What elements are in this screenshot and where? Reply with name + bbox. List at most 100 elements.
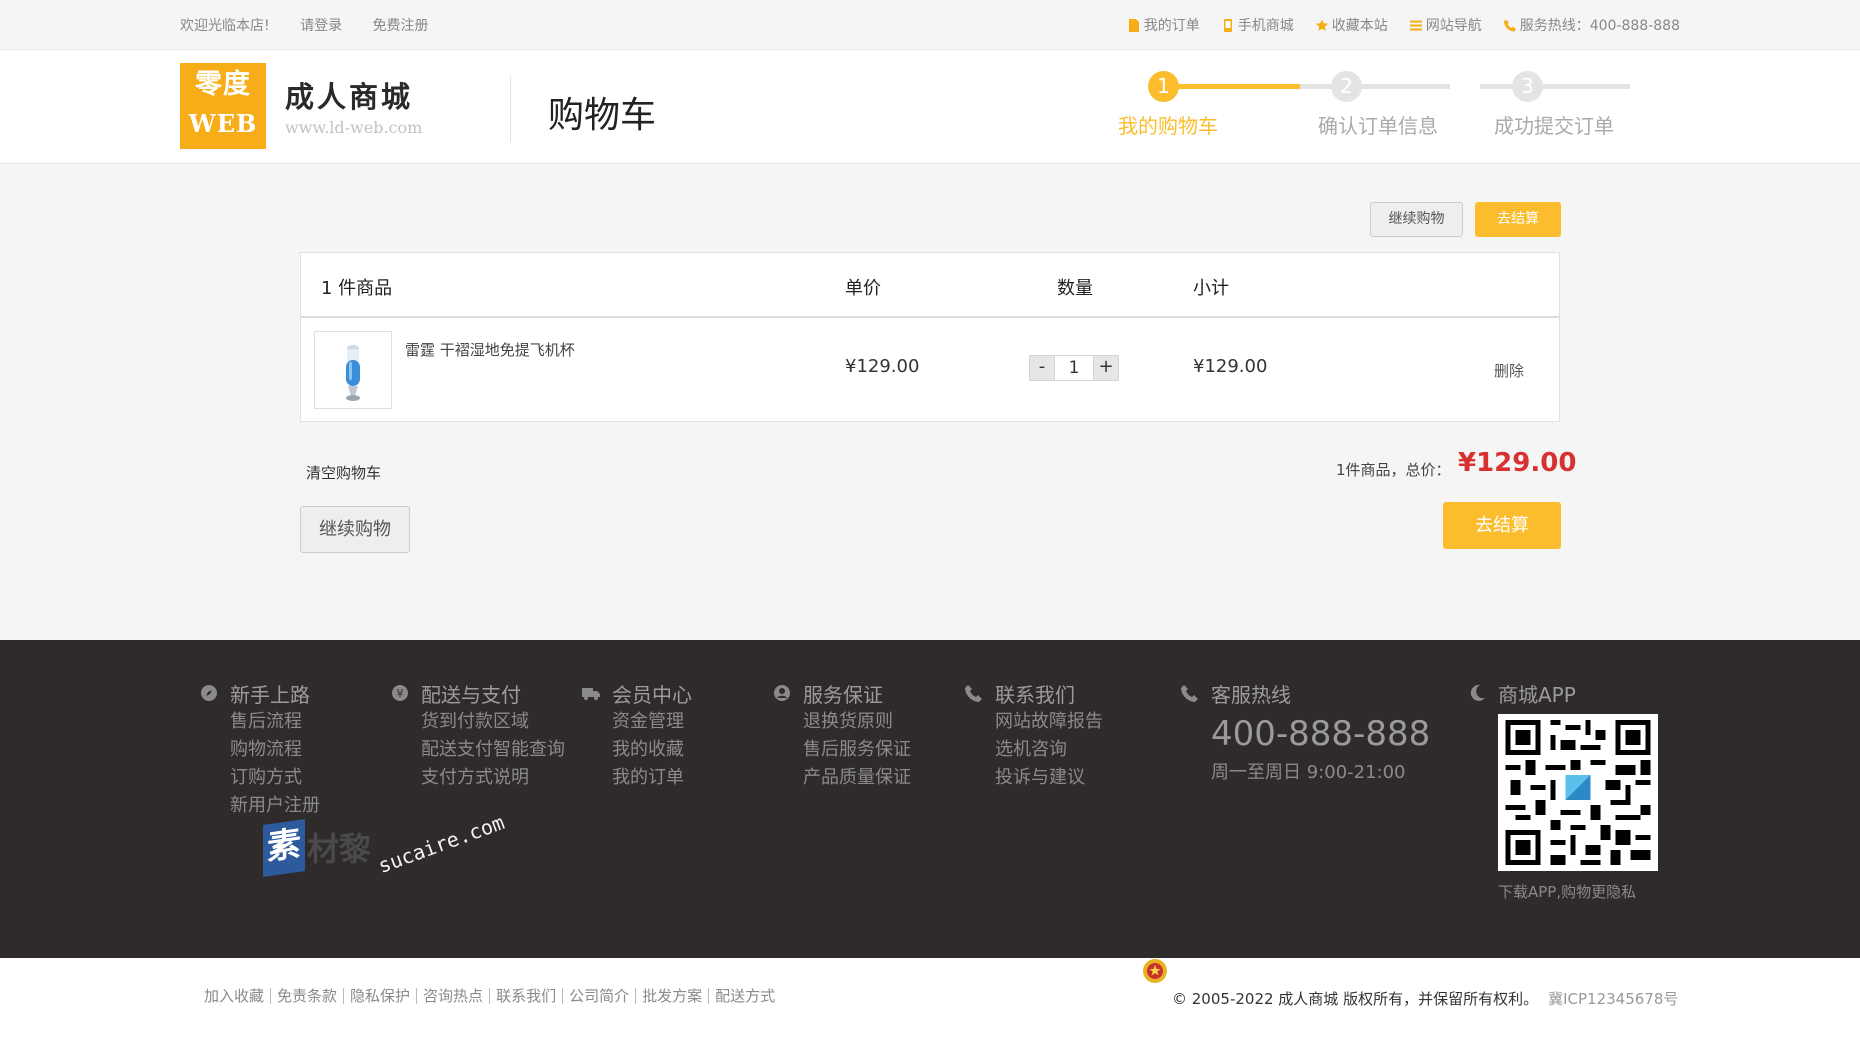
phone-icon [1223, 18, 1232, 32]
cart-header: 1 件商品 单价 数量 小计 [301, 253, 1559, 318]
site-nav-link[interactable]: 网站导航 [1409, 15, 1482, 35]
delete-item-button[interactable]: 删除 [1494, 360, 1524, 381]
step-1-circle: 1 [1148, 71, 1179, 102]
app-tip: 下载APP,购物更隐私 [1498, 883, 1637, 901]
bottom-link[interactable]: 隐私保护 [350, 987, 410, 1005]
step-3-label: 成功提交订单 [1494, 114, 1614, 138]
footer-link[interactable]: 我的订单 [612, 767, 684, 788]
bottom-link[interactable]: 免责条款 [277, 987, 337, 1005]
footer-col-contact: 联系我们 网站故障报告 选机咨询 投诉与建议 [965, 678, 1103, 792]
bookmark-site-link[interactable]: 收藏本站 [1315, 15, 1388, 35]
header: 零度 WEB 成人商城 www.ld-web.com 购物车 1 2 3 我的购… [0, 50, 1860, 164]
svg-text:¥: ¥ [397, 687, 404, 700]
footer-col-service: 服务保证 退换货原则 售后服务保证 产品质量保证 [774, 678, 911, 792]
step-1-label: 我的购物车 [1118, 114, 1218, 138]
step-2-circle: 2 [1331, 71, 1362, 102]
product-image[interactable] [314, 331, 392, 409]
footer-col-app: 商城APP [1470, 678, 1576, 708]
mobile-store-link[interactable]: 手机商城 [1222, 15, 1294, 35]
footer-link[interactable]: 资金管理 [612, 711, 684, 732]
police-emblem-icon [1143, 959, 1167, 983]
footer-link[interactable]: 售后服务保证 [803, 739, 911, 760]
footer-col-member: 会员中心 资金管理 我的收藏 我的订单 [582, 678, 692, 792]
footer-link[interactable]: 订购方式 [230, 767, 302, 788]
unit-price: ¥129.00 [845, 356, 920, 377]
document-icon [1128, 18, 1139, 32]
footer-col-newbie: 新手上路 售后流程 购物流程 订购方式 新用户注册 [201, 678, 320, 820]
copyright: © 2005-2022 成人商城 版权所有，并保留所有权利。 冀ICP123456… [1172, 990, 1679, 1008]
header-divider [510, 76, 511, 142]
welcome-text: 欢迎光临本店! [180, 18, 270, 34]
footer-link[interactable]: 产品质量保证 [803, 767, 911, 788]
bottom-link[interactable]: 联系我们 [496, 987, 556, 1005]
hotline: 服务热线：400-888-888 [1503, 15, 1680, 35]
yen-icon: ¥ [392, 685, 408, 701]
checkout-button-top[interactable]: 去结算 [1475, 202, 1561, 237]
bottom-link[interactable]: 咨询热点 [423, 987, 483, 1005]
footer-link[interactable]: 货到付款区域 [421, 711, 529, 732]
footer: 新手上路 售后流程 购物流程 订购方式 新用户注册 ¥ 配送与支付 货到付款区域… [0, 640, 1860, 958]
footer-link[interactable]: 配送支付智能查询 [421, 739, 565, 760]
table-row: 雷霆 干褶湿地免提飞机杯 ¥129.00 - 1 + ¥129.00 删除 [301, 318, 1559, 421]
item-count: 1 件商品 [321, 278, 393, 299]
step-3-circle: 3 [1512, 71, 1543, 102]
qr-code-icon [1505, 720, 1651, 865]
hotline-number: 400-888-888 [1211, 714, 1431, 754]
qty-input[interactable]: 1 [1055, 355, 1093, 381]
user-circle-icon [774, 685, 790, 701]
register-link[interactable]: 免费注册 [373, 18, 429, 34]
footer-link[interactable]: 投诉与建议 [995, 767, 1085, 788]
brand: 成人商城 www.ld-web.com [285, 74, 422, 137]
moon-icon [1470, 684, 1485, 701]
step-line-2 [1300, 84, 1450, 89]
step-2-label: 确认订单信息 [1318, 114, 1438, 138]
phone-handset-icon [1503, 19, 1516, 31]
icp-number: 冀ICP12345678号 [1548, 990, 1679, 1008]
footer-link[interactable]: 新用户注册 [230, 795, 320, 816]
top-bar: 欢迎光临本店! 请登录 免费注册 我的订单 手机商城 收藏本站 网站导航 服务热… [0, 0, 1860, 50]
my-orders-link[interactable]: 我的订单 [1128, 15, 1200, 35]
footer-link[interactable]: 支付方式说明 [421, 767, 529, 788]
bottom-link[interactable]: 配送方式 [715, 987, 775, 1005]
footer-link[interactable]: 选机咨询 [995, 739, 1067, 760]
col-qty: 数量 [1057, 278, 1093, 299]
bottom-link[interactable]: 批发方案 [642, 987, 702, 1005]
footer-link[interactable]: 网站故障报告 [995, 711, 1103, 732]
subtotal: ¥129.00 [1193, 356, 1268, 377]
watermark-text: 材黎 [307, 830, 372, 868]
bottom-links: 加入收藏 免责条款 隐私保护 咨询热点 联系我们 公司简介 批发方案 配送方式 [204, 988, 781, 1004]
service-hours: 周一至周日 9:00-21:00 [1211, 762, 1406, 783]
footer-col-hotline: 客服热线 400-888-888 周一至周日 9:00-21:00 [1181, 678, 1431, 784]
checkout-button[interactable]: 去结算 [1443, 502, 1561, 549]
truck-icon [582, 688, 600, 700]
col-price: 单价 [845, 278, 881, 299]
star-icon [1315, 19, 1328, 31]
continue-shopping-button-top[interactable]: 继续购物 [1370, 202, 1463, 237]
qr-code [1498, 714, 1658, 871]
footer-link[interactable]: 退换货原则 [803, 711, 893, 732]
phone-handset-icon [965, 685, 982, 702]
bottom-link[interactable]: 加入收藏 [204, 987, 264, 1005]
qty-increase-button[interactable]: + [1093, 355, 1119, 381]
product-name[interactable]: 雷霆 干褶湿地免提飞机杯 [405, 339, 575, 360]
continue-shopping-button[interactable]: 继续购物 [300, 506, 410, 553]
col-subtotal: 小计 [1193, 278, 1229, 299]
cart-table: 1 件商品 单价 数量 小计 雷霆 干褶湿地免提飞机杯 ¥129.00 - 1 [300, 252, 1560, 422]
qty-decrease-button[interactable]: - [1029, 355, 1055, 381]
login-link[interactable]: 请登录 [300, 18, 342, 34]
phone-handset-icon [1181, 685, 1198, 702]
watermark: 素 材黎 sucaire.com [263, 810, 508, 878]
logo[interactable]: 零度 WEB [180, 63, 266, 149]
compass-icon [201, 685, 217, 701]
step-line-1 [1160, 84, 1300, 89]
watermark-logo: 素 [263, 819, 305, 877]
clear-cart-link[interactable]: 清空购物车 [306, 462, 381, 483]
footer-link[interactable]: 购物流程 [230, 739, 302, 760]
list-icon [1409, 20, 1422, 30]
footer-link[interactable]: 售后流程 [230, 711, 302, 732]
footer-col-delivery: ¥ 配送与支付 货到付款区域 配送支付智能查询 支付方式说明 [392, 678, 565, 792]
checkout-steps: 1 2 3 我的购物车 确认订单信息 成功提交订单 [1118, 70, 1630, 140]
footer-link[interactable]: 我的收藏 [612, 739, 684, 760]
bottom-link[interactable]: 公司简介 [569, 987, 629, 1005]
quantity-stepper: - 1 + [1029, 355, 1119, 381]
